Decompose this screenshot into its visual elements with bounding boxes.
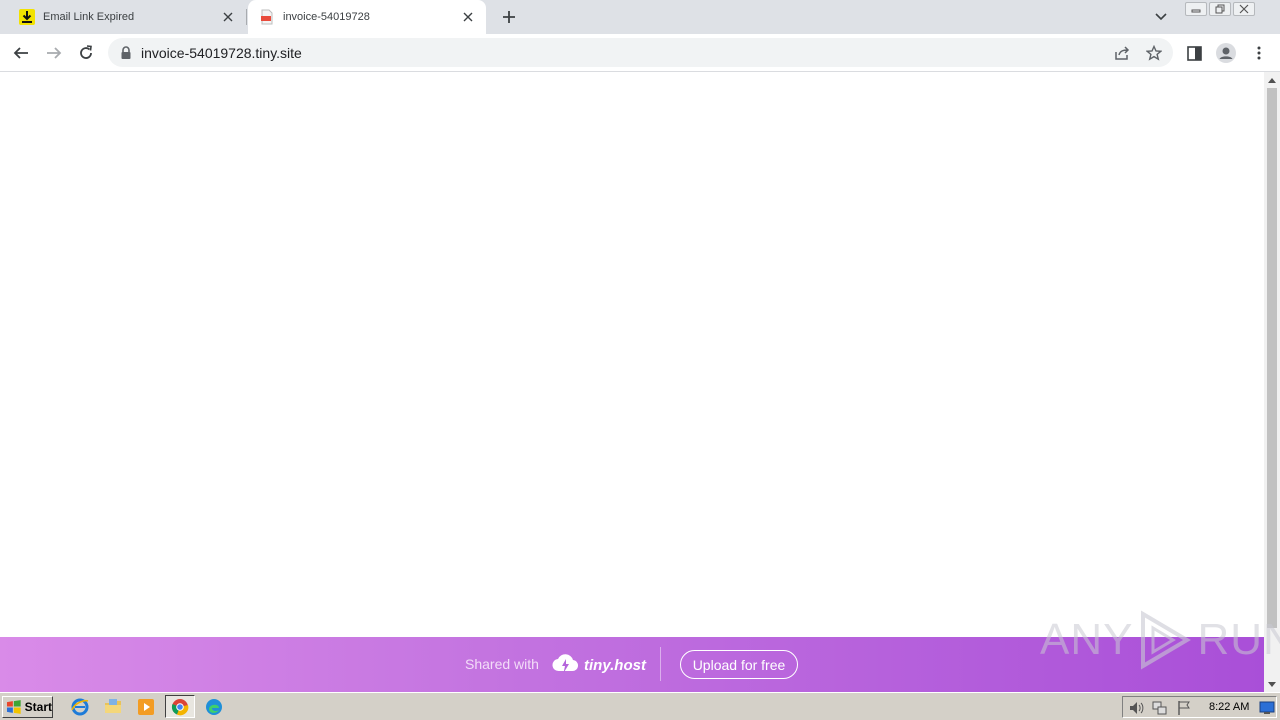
reload-button[interactable]: [75, 42, 97, 64]
close-tab-icon[interactable]: [220, 9, 236, 25]
arrow-right-icon: [47, 47, 62, 59]
download-icon: [19, 9, 35, 25]
share-icon[interactable]: [1112, 43, 1132, 63]
restore-button[interactable]: [1209, 2, 1231, 16]
bookmark-star-icon[interactable]: [1144, 43, 1164, 63]
back-button[interactable]: [10, 42, 32, 64]
side-panel-button[interactable]: [1183, 42, 1205, 64]
tiny-host-brand[interactable]: tiny.host: [584, 657, 646, 674]
volume-icon[interactable]: [1128, 700, 1144, 716]
browser-toolbar: invoice-54019728.tiny.site: [0, 34, 1280, 72]
taskbar-clock[interactable]: 8:22 AM: [1209, 701, 1249, 713]
tab-strip: Email Link Expired invoice-54019728: [0, 0, 1280, 34]
windows-taskbar: Start 8:22 AM: [0, 692, 1280, 720]
pdf-file-icon: [259, 9, 275, 25]
tab-title: Email Link Expired: [43, 11, 135, 23]
lock-icon: [121, 46, 131, 59]
watermark-text-left: ANY: [1040, 615, 1134, 664]
action-center-flag-icon[interactable]: [1176, 700, 1192, 716]
file-explorer-icon[interactable]: [104, 698, 122, 716]
window-controls: [1183, 2, 1255, 16]
tiny-host-logo-icon: [552, 654, 578, 673]
scroll-up-arrow-icon[interactable]: [1264, 72, 1280, 88]
anyrun-watermark: ANY RUN: [1040, 610, 1280, 670]
forward-button[interactable]: [43, 42, 65, 64]
network-icon[interactable]: [1152, 700, 1168, 716]
start-button[interactable]: Start: [2, 696, 53, 718]
tab-search-button[interactable]: [1152, 8, 1170, 26]
windows-flag-icon: [6, 700, 21, 714]
shared-with-label: Shared with: [465, 656, 539, 672]
scroll-down-arrow-icon[interactable]: [1264, 676, 1280, 692]
address-bar[interactable]: invoice-54019728.tiny.site: [108, 38, 1173, 67]
avatar-icon: [1216, 43, 1236, 63]
new-tab-button[interactable]: [499, 7, 519, 27]
tab-title: invoice-54019728: [283, 11, 370, 23]
play-logo-icon: [1141, 610, 1192, 670]
side-panel-icon: [1186, 45, 1202, 61]
close-window-button[interactable]: [1233, 2, 1255, 16]
url-text[interactable]: invoice-54019728.tiny.site: [141, 45, 302, 61]
tab-invoice[interactable]: invoice-54019728: [248, 0, 486, 34]
page-content: [0, 72, 1264, 692]
minimize-icon: [1191, 9, 1201, 13]
kebab-menu-icon: [1257, 46, 1261, 60]
tab-email-link-expired[interactable]: Email Link Expired: [8, 0, 246, 34]
arrow-left-icon: [13, 47, 28, 59]
profile-button[interactable]: [1215, 42, 1237, 64]
edge-icon[interactable]: [205, 698, 223, 716]
media-player-icon[interactable]: [137, 698, 155, 716]
plus-icon: [503, 11, 515, 23]
upload-for-free-button[interactable]: Upload for free: [680, 650, 798, 679]
start-label: Start: [24, 700, 52, 714]
show-desktop-icon[interactable]: [1259, 700, 1275, 716]
internet-explorer-icon[interactable]: [71, 698, 89, 716]
scroll-thumb[interactable]: [1267, 88, 1277, 628]
menu-button[interactable]: [1248, 42, 1270, 64]
restore-icon: [1215, 4, 1225, 14]
close-icon: [1239, 4, 1249, 14]
close-tab-icon[interactable]: [460, 9, 476, 25]
reload-icon: [80, 45, 92, 59]
chevron-down-icon: [1155, 13, 1167, 21]
system-tray: 8:22 AM: [1122, 696, 1277, 718]
vertical-scrollbar[interactable]: [1264, 72, 1280, 692]
minimize-button[interactable]: [1185, 2, 1207, 16]
chrome-icon[interactable]: [171, 698, 189, 716]
tab-separator: [246, 9, 247, 25]
watermark-text-right: RUN: [1197, 615, 1280, 664]
banner-divider: [660, 647, 661, 681]
